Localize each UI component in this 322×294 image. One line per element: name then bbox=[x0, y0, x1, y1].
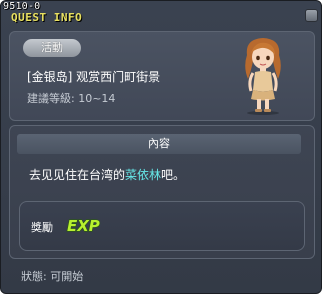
window-title: QUEST INFO bbox=[11, 11, 83, 24]
quest-status: 狀態: 可開始 bbox=[21, 270, 84, 283]
exp-text: EXP bbox=[67, 217, 100, 235]
description-text-after: 吧。 bbox=[161, 168, 186, 182]
quest-description: 去见见住在台湾的菜依林吧。 bbox=[29, 166, 185, 183]
close-button[interactable] bbox=[305, 9, 318, 22]
exp-icon: EXP bbox=[66, 216, 100, 235]
reward-box bbox=[19, 201, 305, 251]
quest-info-window: 9510-0 QUEST INFO 活動 [金银岛] 观赏西门町街景 建議等級:… bbox=[0, 0, 322, 294]
recommended-level: 建議等級: 10~14 bbox=[27, 92, 116, 105]
npc-portrait bbox=[245, 38, 281, 115]
npc-name-link[interactable]: 菜依林 bbox=[125, 168, 161, 182]
reward-label: 獎勵 bbox=[31, 221, 53, 234]
content-header: 內容 bbox=[17, 134, 301, 154]
event-badge: 活動 bbox=[23, 39, 81, 57]
quest-name: [金银岛] 观赏西门町街景 bbox=[27, 70, 161, 84]
description-text-before: 去见见住在台湾的 bbox=[29, 168, 126, 182]
